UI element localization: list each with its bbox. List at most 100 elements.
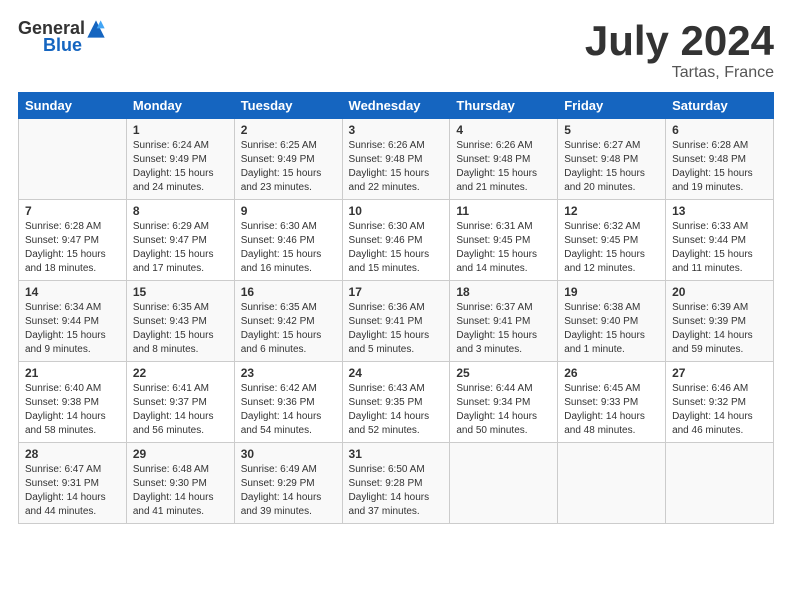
- calendar-cell: 29 Sunrise: 6:48 AM Sunset: 9:30 PM Dayli…: [126, 443, 234, 524]
- day-info: Sunrise: 6:43 AM Sunset: 9:35 PM Dayligh…: [349, 382, 444, 438]
- week-row-4: 21 Sunrise: 6:40 AM Sunset: 9:38 PM Dayli…: [19, 362, 774, 443]
- day-info: Sunrise: 6:25 AM Sunset: 9:49 PM Dayligh…: [241, 139, 336, 195]
- day-info: Sunrise: 6:29 AM Sunset: 9:47 PM Dayligh…: [133, 220, 228, 276]
- week-row-3: 14 Sunrise: 6:34 AM Sunset: 9:44 PM Dayli…: [19, 281, 774, 362]
- day-number: 23: [241, 366, 336, 380]
- day-number: 18: [456, 285, 551, 299]
- calendar-cell: 11 Sunrise: 6:31 AM Sunset: 9:45 PM Dayli…: [450, 200, 558, 281]
- day-number: 1: [133, 123, 228, 137]
- day-info: Sunrise: 6:33 AM Sunset: 9:44 PM Dayligh…: [672, 220, 767, 276]
- day-number: 7: [25, 204, 120, 218]
- day-info: Sunrise: 6:42 AM Sunset: 9:36 PM Dayligh…: [241, 382, 336, 438]
- day-number: 21: [25, 366, 120, 380]
- calendar-cell: 10Sunrise: 6:30 AM Sunset: 9:46 PM Dayli…: [342, 200, 450, 281]
- calendar-cell: 20 Sunrise: 6:39 AM Sunset: 9:39 PM Dayli…: [666, 281, 774, 362]
- day-number: 29: [133, 447, 228, 461]
- col-header-tuesday: Tuesday: [234, 93, 342, 119]
- calendar-cell: 2 Sunrise: 6:25 AM Sunset: 9:49 PM Daylig…: [234, 119, 342, 200]
- day-number: 11: [456, 204, 551, 218]
- day-info: Sunrise: 6:47 AM Sunset: 9:31 PM Dayligh…: [25, 463, 120, 519]
- calendar-cell: 7 Sunrise: 6:28 AM Sunset: 9:47 PM Daylig…: [19, 200, 127, 281]
- day-number: 20: [672, 285, 767, 299]
- day-number: 9: [241, 204, 336, 218]
- calendar-table: SundayMondayTuesdayWednesdayThursdayFrid…: [18, 92, 774, 524]
- calendar-cell: 14 Sunrise: 6:34 AM Sunset: 9:44 PM Dayli…: [19, 281, 127, 362]
- day-info: Sunrise: 6:37 AM Sunset: 9:41 PM Dayligh…: [456, 301, 551, 357]
- week-row-1: 1 Sunrise: 6:24 AM Sunset: 9:49 PM Daylig…: [19, 119, 774, 200]
- calendar-cell: [450, 443, 558, 524]
- location: Tartas, France: [585, 64, 774, 82]
- day-number: 14: [25, 285, 120, 299]
- day-info: Sunrise: 6:32 AM Sunset: 9:45 PM Dayligh…: [564, 220, 659, 276]
- day-number: 19: [564, 285, 659, 299]
- day-info: Sunrise: 6:40 AM Sunset: 9:38 PM Dayligh…: [25, 382, 120, 438]
- day-number: 25: [456, 366, 551, 380]
- day-info: Sunrise: 6:30 AM Sunset: 9:46 PM Dayligh…: [349, 220, 444, 276]
- day-number: 12: [564, 204, 659, 218]
- calendar-cell: [19, 119, 127, 200]
- day-info: Sunrise: 6:38 AM Sunset: 9:40 PM Dayligh…: [564, 301, 659, 357]
- calendar-cell: 24Sunrise: 6:43 AM Sunset: 9:35 PM Dayli…: [342, 362, 450, 443]
- month-title: July 2024: [585, 18, 774, 64]
- calendar-cell: [666, 443, 774, 524]
- calendar-cell: 19 Sunrise: 6:38 AM Sunset: 9:40 PM Dayli…: [558, 281, 666, 362]
- calendar-cell: 4Sunrise: 6:26 AM Sunset: 9:48 PM Daylig…: [450, 119, 558, 200]
- calendar-cell: 9Sunrise: 6:30 AM Sunset: 9:46 PM Daylig…: [234, 200, 342, 281]
- calendar-cell: 6Sunrise: 6:28 AM Sunset: 9:48 PM Daylig…: [666, 119, 774, 200]
- header-row: SundayMondayTuesdayWednesdayThursdayFrid…: [19, 93, 774, 119]
- day-number: 16: [241, 285, 336, 299]
- calendar-cell: 3 Sunrise: 6:26 AM Sunset: 9:48 PM Daylig…: [342, 119, 450, 200]
- calendar-cell: 17Sunrise: 6:36 AM Sunset: 9:41 PM Dayli…: [342, 281, 450, 362]
- day-number: 30: [241, 447, 336, 461]
- week-row-5: 28 Sunrise: 6:47 AM Sunset: 9:31 PM Dayli…: [19, 443, 774, 524]
- week-row-2: 7 Sunrise: 6:28 AM Sunset: 9:47 PM Daylig…: [19, 200, 774, 281]
- col-header-friday: Friday: [558, 93, 666, 119]
- calendar-cell: 8 Sunrise: 6:29 AM Sunset: 9:47 PM Daylig…: [126, 200, 234, 281]
- calendar-cell: 27Sunrise: 6:46 AM Sunset: 9:32 PM Dayli…: [666, 362, 774, 443]
- calendar-cell: 30 Sunrise: 6:49 AM Sunset: 9:29 PM Dayli…: [234, 443, 342, 524]
- calendar-cell: 5Sunrise: 6:27 AM Sunset: 9:48 PM Daylig…: [558, 119, 666, 200]
- logo-icon: [86, 19, 106, 39]
- header: General Blue July 2024 Tartas, France: [18, 18, 774, 82]
- col-header-monday: Monday: [126, 93, 234, 119]
- calendar-cell: 23 Sunrise: 6:42 AM Sunset: 9:36 PM Dayli…: [234, 362, 342, 443]
- day-info: Sunrise: 6:28 AM Sunset: 9:47 PM Dayligh…: [25, 220, 120, 276]
- day-info: Sunrise: 6:45 AM Sunset: 9:33 PM Dayligh…: [564, 382, 659, 438]
- day-info: Sunrise: 6:35 AM Sunset: 9:43 PM Dayligh…: [133, 301, 228, 357]
- day-info: Sunrise: 6:26 AM Sunset: 9:48 PM Dayligh…: [456, 139, 551, 195]
- day-info: Sunrise: 6:41 AM Sunset: 9:37 PM Dayligh…: [133, 382, 228, 438]
- day-info: Sunrise: 6:39 AM Sunset: 9:39 PM Dayligh…: [672, 301, 767, 357]
- day-number: 17: [349, 285, 444, 299]
- calendar-cell: 26 Sunrise: 6:45 AM Sunset: 9:33 PM Dayli…: [558, 362, 666, 443]
- day-info: Sunrise: 6:49 AM Sunset: 9:29 PM Dayligh…: [241, 463, 336, 519]
- calendar-cell: 1 Sunrise: 6:24 AM Sunset: 9:49 PM Daylig…: [126, 119, 234, 200]
- col-header-wednesday: Wednesday: [342, 93, 450, 119]
- day-number: 28: [25, 447, 120, 461]
- day-number: 2: [241, 123, 336, 137]
- day-number: 13: [672, 204, 767, 218]
- day-number: 3: [349, 123, 444, 137]
- day-number: 22: [133, 366, 228, 380]
- logo-blue: Blue: [43, 35, 82, 56]
- calendar-cell: 28 Sunrise: 6:47 AM Sunset: 9:31 PM Dayli…: [19, 443, 127, 524]
- day-info: Sunrise: 6:28 AM Sunset: 9:48 PM Dayligh…: [672, 139, 767, 195]
- calendar-cell: 15Sunrise: 6:35 AM Sunset: 9:43 PM Dayli…: [126, 281, 234, 362]
- day-number: 26: [564, 366, 659, 380]
- day-info: Sunrise: 6:27 AM Sunset: 9:48 PM Dayligh…: [564, 139, 659, 195]
- title-section: July 2024 Tartas, France: [585, 18, 774, 82]
- day-info: Sunrise: 6:24 AM Sunset: 9:49 PM Dayligh…: [133, 139, 228, 195]
- calendar-cell: 25Sunrise: 6:44 AM Sunset: 9:34 PM Dayli…: [450, 362, 558, 443]
- calendar-cell: [558, 443, 666, 524]
- day-number: 8: [133, 204, 228, 218]
- day-info: Sunrise: 6:35 AM Sunset: 9:42 PM Dayligh…: [241, 301, 336, 357]
- day-info: Sunrise: 6:31 AM Sunset: 9:45 PM Dayligh…: [456, 220, 551, 276]
- calendar-cell: 12 Sunrise: 6:32 AM Sunset: 9:45 PM Dayli…: [558, 200, 666, 281]
- day-info: Sunrise: 6:34 AM Sunset: 9:44 PM Dayligh…: [25, 301, 120, 357]
- col-header-saturday: Saturday: [666, 93, 774, 119]
- day-info: Sunrise: 6:48 AM Sunset: 9:30 PM Dayligh…: [133, 463, 228, 519]
- calendar-cell: 22 Sunrise: 6:41 AM Sunset: 9:37 PM Dayli…: [126, 362, 234, 443]
- calendar-cell: 13 Sunrise: 6:33 AM Sunset: 9:44 PM Dayli…: [666, 200, 774, 281]
- day-info: Sunrise: 6:26 AM Sunset: 9:48 PM Dayligh…: [349, 139, 444, 195]
- day-number: 27: [672, 366, 767, 380]
- col-header-thursday: Thursday: [450, 93, 558, 119]
